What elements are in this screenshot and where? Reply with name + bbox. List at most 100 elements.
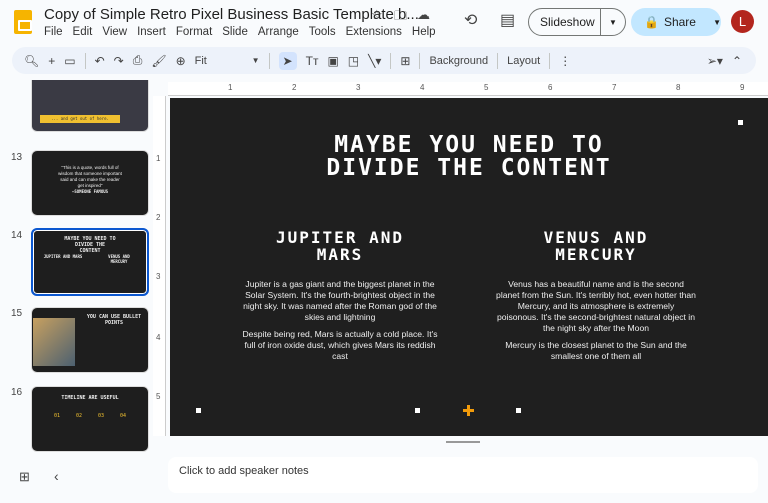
layout-slide-icon[interactable]: ▭ — [64, 54, 75, 68]
menu-slide[interactable]: Slide — [222, 26, 248, 38]
thumbnail-16[interactable]: TIMELINE ARE USEFUL 01 02 03 04 — [31, 386, 149, 452]
left-paragraph-1: Jupiter is a gas giant and the biggest p… — [243, 279, 437, 322]
zoom-select[interactable]: Fit — [195, 55, 243, 67]
layout-button[interactable]: Layout — [507, 55, 540, 67]
slide-number: 13 — [11, 152, 23, 163]
line-icon[interactable]: ╲▾ — [368, 54, 381, 68]
text-box-icon[interactable]: Tт — [306, 54, 319, 68]
step: 01 — [53, 413, 61, 419]
menu-arrange[interactable]: Arrange — [258, 26, 299, 38]
thumbnail-14[interactable]: MAYBE YOU NEED TO DIVIDE THE CONTENT JUP… — [31, 228, 149, 296]
undo-icon[interactable]: ↶ — [95, 54, 105, 68]
redo-icon[interactable]: ↷ — [114, 54, 124, 68]
ruler-tick: 1 — [228, 83, 233, 92]
ruler-tick: 3 — [356, 83, 361, 92]
thumb-col1: JUPITER AND MARS — [43, 254, 83, 259]
ruler-tick: 2 — [292, 83, 297, 92]
pixel-star — [415, 408, 420, 413]
comments-icon[interactable]: ▤ — [500, 10, 515, 30]
paint-format-icon[interactable]: 🖌︎ — [151, 54, 166, 68]
share-label: Share — [663, 15, 696, 29]
background-button[interactable]: Background — [429, 55, 488, 67]
right-heading: VENUS AND MERCURY — [496, 229, 696, 263]
ruler-tick: 2 — [156, 213, 161, 222]
pixel-star — [516, 408, 521, 413]
notes-resize-handle[interactable] — [446, 441, 480, 443]
left-column[interactable]: JUPITER AND MARS Jupiter is a gas giant a… — [240, 229, 440, 368]
grid-view-icon[interactable]: ⊞ — [19, 469, 30, 485]
divider — [84, 52, 86, 69]
filmstrip[interactable]: ... and get out of here. 13 "This is a q… — [0, 80, 160, 460]
slideshow-dropdown-icon[interactable]: ▼ — [601, 18, 617, 27]
collapse-toolbar-icon[interactable]: ⌃ — [732, 54, 742, 68]
thumbnail-12[interactable]: ... and get out of here. — [31, 80, 149, 132]
zoom-dropdown-icon[interactable]: ▼ — [252, 56, 260, 65]
slide-number: 16 — [11, 387, 23, 398]
slide-number: 14 — [11, 230, 23, 241]
add-comment-icon[interactable]: ⊞ — [400, 54, 410, 68]
menu-insert[interactable]: Insert — [137, 26, 166, 38]
slideshow-button[interactable]: Slideshow ▼ — [528, 8, 626, 36]
ruler-tick: 7 — [612, 83, 617, 92]
ruler-tick: 4 — [156, 333, 161, 342]
menu-extensions[interactable]: Extensions — [346, 26, 402, 38]
select-cursor-icon[interactable]: ➤ — [278, 51, 297, 70]
collapse-panel-icon[interactable]: ‹ — [54, 468, 59, 484]
heading-line: MARS — [316, 245, 364, 264]
new-slide-icon[interactable]: + — [48, 54, 55, 68]
menu-help[interactable]: Help — [412, 26, 436, 38]
thumb-caption: ... and get out of here. — [40, 115, 120, 123]
thumb-timeline: 01 02 03 04 — [32, 413, 148, 419]
cloud-status-icon[interactable]: ☁ — [417, 7, 430, 23]
thumb-quote: "This is a quote, words full of wisdom t… — [58, 165, 122, 188]
title-line-2: DIVIDE THE CONTENT — [326, 155, 612, 181]
divider — [549, 52, 551, 69]
ruler-tick: 1 — [156, 154, 161, 163]
step: 04 — [119, 413, 127, 419]
heading-line: MERCURY — [555, 245, 637, 264]
left-paragraph-2: Despite being red, Mars is actually a co… — [242, 329, 438, 361]
menu-file[interactable]: File — [44, 26, 63, 38]
document-title[interactable]: Copy of Simple Retro Pixel Business Basi… — [44, 6, 419, 23]
ruler-tick: 6 — [548, 83, 553, 92]
edit-mode-icon[interactable]: ➢▾ — [707, 54, 723, 68]
slideshow-label[interactable]: Slideshow — [529, 9, 601, 35]
slide-title[interactable]: MAYBE YOU NEED TO DIVIDE THE CONTENT — [170, 134, 768, 180]
vertical-ruler[interactable]: 1 2 3 4 5 — [153, 96, 166, 436]
heading-line: VENUS AND — [543, 228, 649, 247]
ruler-tick: 4 — [420, 83, 425, 92]
share-button[interactable]: 🔒 Share ▼ — [631, 8, 721, 36]
slide-canvas[interactable]: MAYBE YOU NEED TO DIVIDE THE CONTENT JUPI… — [170, 98, 768, 436]
star-icon[interactable]: ☆ — [371, 7, 383, 23]
print-icon[interactable]: ⎙ — [133, 53, 143, 68]
more-options-icon[interactable]: ⋮ — [559, 54, 571, 68]
share-dropdown-icon[interactable]: ▼ — [713, 18, 721, 27]
menu-tools[interactable]: Tools — [309, 26, 336, 38]
slides-logo[interactable] — [14, 10, 32, 34]
thumb-col2: VENUS AND MERCURY — [108, 254, 130, 264]
thumb-photo — [33, 318, 75, 366]
divider — [390, 52, 392, 69]
avatar[interactable]: L — [731, 10, 754, 33]
ruler-tick: 8 — [676, 83, 681, 92]
thumbnail-15[interactable]: YOU CAN USE BULLET POINTS — [31, 307, 149, 373]
horizontal-ruler[interactable]: 1 2 3 4 5 6 7 8 9 — [168, 82, 768, 96]
zoom-icon[interactable]: ⊕ — [176, 54, 186, 68]
pixel-star — [738, 120, 743, 125]
speaker-notes[interactable]: Click to add speaker notes — [168, 457, 758, 493]
menu-edit[interactable]: Edit — [73, 26, 93, 38]
menu-view[interactable]: View — [102, 26, 127, 38]
thumb-author: —SOMEONE FAMOUS — [71, 189, 109, 194]
shape-icon[interactable]: ◳ — [348, 54, 359, 68]
search-icon[interactable]: 🔍︎ — [24, 54, 39, 68]
right-column[interactable]: VENUS AND MERCURY Venus has a beautiful n… — [496, 229, 696, 368]
step: 02 — [75, 413, 83, 419]
version-history-icon[interactable]: ⟲ — [464, 10, 477, 30]
image-icon[interactable]: ▣ — [327, 54, 338, 68]
ruler-tick: 3 — [156, 272, 161, 281]
divider — [419, 52, 421, 69]
thumbnail-13[interactable]: "This is a quote, words full of wisdom t… — [31, 150, 149, 216]
heading-line: JUPITER AND — [276, 228, 404, 247]
menu-format[interactable]: Format — [176, 26, 212, 38]
thumb-title: YOU CAN USE BULLET POINTS — [86, 314, 142, 326]
